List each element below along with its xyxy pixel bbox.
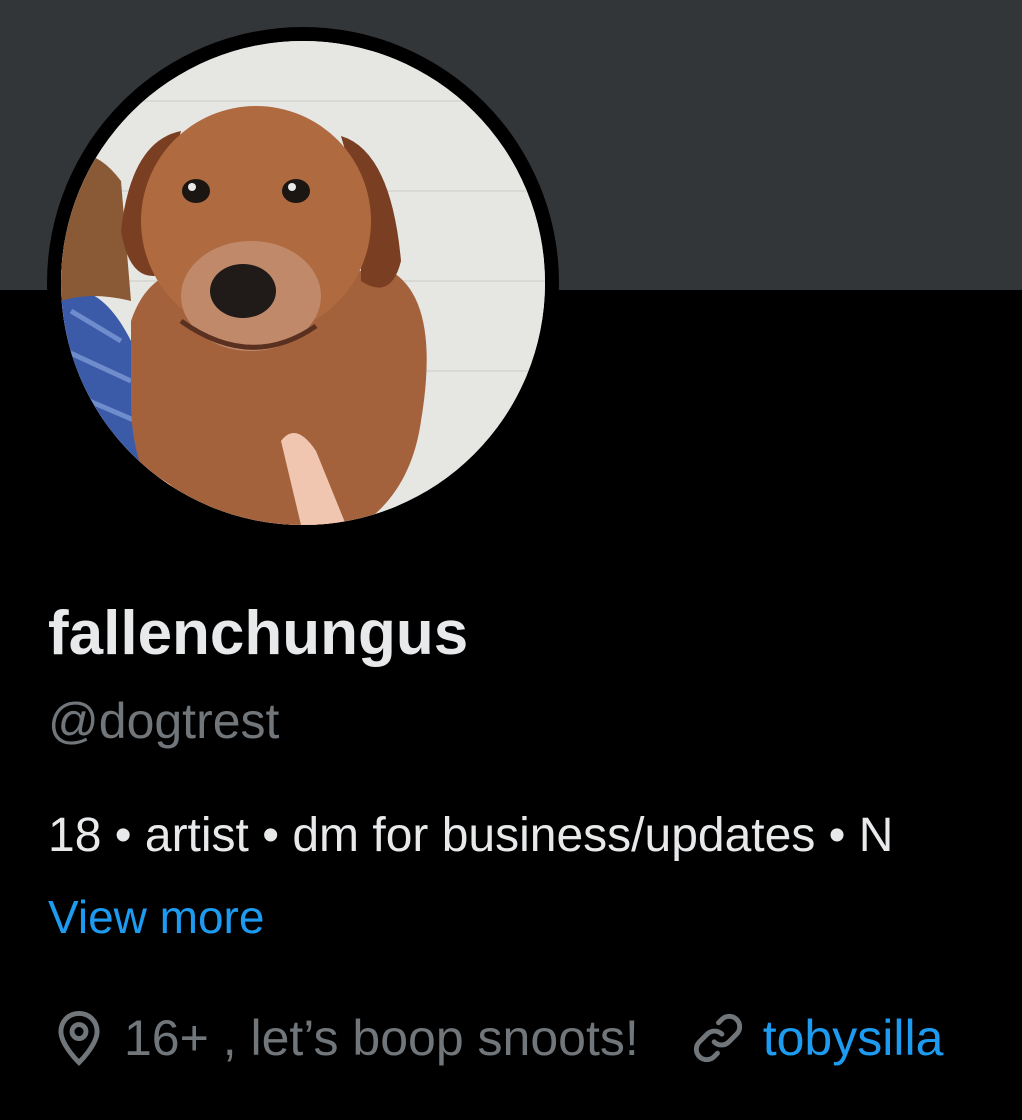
- profile-meta-row: 16+ , let’s boop snoots! tobysilla: [48, 998, 1022, 1078]
- profile-page: fallenchungus @dogtrest 18 • artist • dm…: [0, 0, 1022, 1120]
- display-name: fallenchungus: [48, 599, 469, 668]
- user-handle: @dogtrest: [48, 693, 280, 749]
- avatar-dog-photo: [61, 41, 545, 525]
- link-icon: [687, 1007, 749, 1069]
- view-more-link[interactable]: View more: [48, 892, 264, 943]
- location-pin-icon: [48, 1007, 110, 1069]
- profile-bio: 18 • artist • dm for business/updates • …: [48, 810, 894, 862]
- profile-location: 16+ , let’s boop snoots!: [124, 1010, 639, 1066]
- avatar[interactable]: [61, 41, 545, 525]
- profile-website-link[interactable]: tobysilla: [763, 1009, 944, 1067]
- avatar-border: [47, 27, 559, 539]
